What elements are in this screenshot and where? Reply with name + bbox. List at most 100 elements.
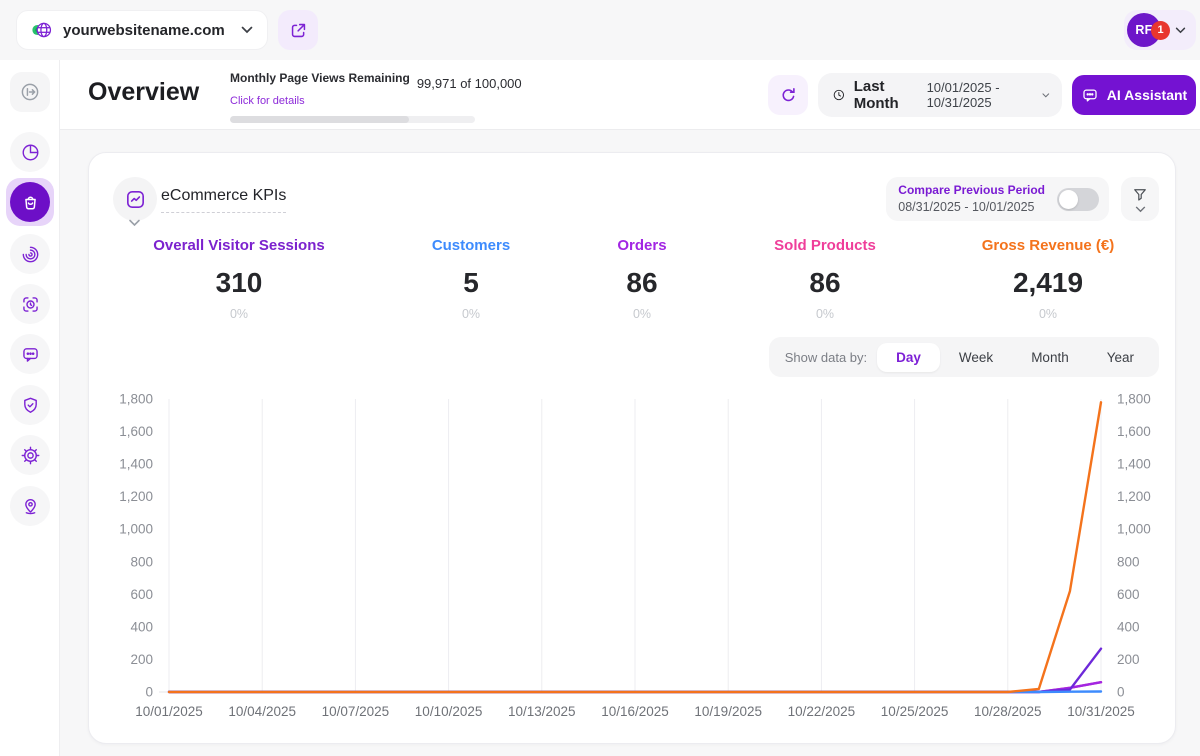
ecommerce-kpis-card: eCommerce KPIs Compare Previous Period 0… <box>88 152 1176 744</box>
svg-text:1,200: 1,200 <box>119 489 153 504</box>
main-content: eCommerce KPIs Compare Previous Period 0… <box>60 130 1200 756</box>
spiral-icon <box>20 244 41 265</box>
compare-previous-period: Compare Previous Period 08/31/2025 - 10/… <box>886 177 1109 221</box>
svg-text:10/01/2025: 10/01/2025 <box>135 704 203 719</box>
sidebar <box>0 60 60 756</box>
svg-text:10/16/2025: 10/16/2025 <box>601 704 669 719</box>
kpi-label[interactable]: Overall Visitor Sessions <box>89 237 389 254</box>
svg-text:10/19/2025: 10/19/2025 <box>694 704 762 719</box>
sidebar-item-conversion-funnel[interactable] <box>10 234 50 274</box>
sidebar-item-session-recording[interactable] <box>10 284 50 324</box>
compare-label: Compare Previous Period <box>898 182 1045 198</box>
segment-month[interactable]: Month <box>1012 343 1088 372</box>
chevron-down-icon <box>1042 92 1050 99</box>
svg-text:600: 600 <box>1117 587 1140 602</box>
pie-chart-icon <box>20 142 41 163</box>
segment-year[interactable]: Year <box>1088 343 1153 372</box>
svg-text:10/25/2025: 10/25/2025 <box>881 704 949 719</box>
segment-day[interactable]: Day <box>877 343 940 372</box>
clock-icon <box>832 86 846 104</box>
kpi-line-chart[interactable]: 10/01/202510/04/202510/07/202510/10/2025… <box>89 389 1177 725</box>
chevron-down-icon <box>1135 206 1146 213</box>
svg-text:400: 400 <box>130 619 153 634</box>
svg-text:1,000: 1,000 <box>1117 522 1151 537</box>
kpi-sold-products: Sold Products 86 0% <box>731 237 919 321</box>
sidebar-item-analytics-pie[interactable] <box>10 132 50 172</box>
globe-icon <box>31 19 53 41</box>
sidebar-item-local-seo[interactable] <box>10 486 50 526</box>
svg-text:400: 400 <box>1117 619 1140 634</box>
segment-week[interactable]: Week <box>940 343 1012 372</box>
kpi-row: Overall Visitor Sessions 310 0% Customer… <box>89 237 1177 321</box>
line-chart-icon <box>124 188 147 211</box>
compare-range: 08/31/2025 - 10/01/2025 <box>898 199 1045 216</box>
compare-toggle[interactable] <box>1057 188 1099 211</box>
kpi-label[interactable]: Gross Revenue (€) <box>919 237 1177 254</box>
sidebar-item-collapse-panel[interactable] <box>10 72 50 112</box>
sidebar-item-security-shield[interactable] <box>10 385 50 425</box>
svg-text:10/07/2025: 10/07/2025 <box>322 704 390 719</box>
shopping-bag-icon <box>20 192 41 213</box>
show-data-by-label: Show data by: <box>785 350 867 365</box>
svg-text:800: 800 <box>130 554 153 569</box>
chat-bubble-icon <box>20 344 41 365</box>
website-name: yourwebsitename.com <box>63 22 231 39</box>
svg-text:10/31/2025: 10/31/2025 <box>1067 704 1135 719</box>
svg-text:1,400: 1,400 <box>119 457 153 472</box>
kpi-gross-revenue: Gross Revenue (€) 2,419 0% <box>919 237 1177 321</box>
kpi-label[interactable]: Customers <box>389 237 553 254</box>
topbar: yourwebsitename.com RF 1 <box>0 0 1200 60</box>
ai-assistant-button[interactable]: AI Assistant <box>1072 75 1196 115</box>
toggle-knob <box>1059 190 1078 209</box>
quota-value: 99,971 of 100,000 <box>417 76 522 91</box>
svg-text:1,800: 1,800 <box>119 392 153 407</box>
account-menu[interactable]: RF 1 <box>1124 10 1196 50</box>
sidebar-item-feedback-chat[interactable] <box>10 334 50 374</box>
filter-button[interactable] <box>1121 177 1159 221</box>
ai-chat-icon <box>1081 86 1099 104</box>
svg-text:1,400: 1,400 <box>1117 457 1151 472</box>
notification-badge: 1 <box>1151 21 1170 40</box>
svg-text:600: 600 <box>130 587 153 602</box>
kpi-label[interactable]: Sold Products <box>731 237 919 254</box>
record-focus-icon <box>20 294 41 315</box>
svg-text:10/22/2025: 10/22/2025 <box>788 704 856 719</box>
quota-progress-bar <box>230 116 475 123</box>
svg-text:10/13/2025: 10/13/2025 <box>508 704 576 719</box>
date-preset-label: Last Month <box>854 78 915 112</box>
svg-text:1,800: 1,800 <box>1117 392 1151 407</box>
kpi-value: 86 <box>731 267 919 299</box>
kpi-delta: 0% <box>389 307 553 321</box>
page-header: Overview Monthly Page Views Remaining 99… <box>60 60 1200 130</box>
gear-icon <box>20 445 41 466</box>
kpi-orders: Orders 86 0% <box>553 237 731 321</box>
sidebar-item-settings[interactable] <box>10 435 50 475</box>
svg-text:800: 800 <box>1117 554 1140 569</box>
date-range-value: 10/01/2025 - 10/31/2025 <box>927 80 1035 110</box>
quota-details-link[interactable]: Click for details <box>230 95 305 107</box>
widget-icon-badge[interactable] <box>113 177 157 221</box>
chevron-down-icon <box>241 26 253 34</box>
quota-progress-fill <box>230 116 409 123</box>
svg-text:1,000: 1,000 <box>119 522 153 537</box>
card-title[interactable]: eCommerce KPIs <box>161 187 286 213</box>
website-selector[interactable]: yourwebsitename.com <box>16 10 268 50</box>
pageviews-quota: Monthly Page Views Remaining 99,971 of 1… <box>230 71 490 123</box>
kpi-delta: 0% <box>553 307 731 321</box>
filter-funnel-icon <box>1131 186 1149 204</box>
collapse-panel-icon <box>19 81 41 103</box>
refresh-button[interactable] <box>768 75 808 115</box>
shield-check-icon <box>20 395 41 416</box>
kpi-value: 310 <box>89 267 389 299</box>
quota-label: Monthly Page Views Remaining <box>230 71 410 85</box>
external-link-icon <box>289 21 308 40</box>
sidebar-item-ecommerce[interactable] <box>6 178 54 226</box>
kpi-label[interactable]: Orders <box>553 237 731 254</box>
date-range-picker[interactable]: Last Month 10/01/2025 - 10/31/2025 <box>818 73 1062 117</box>
widget-chevron-down-icon[interactable] <box>128 219 141 227</box>
kpi-delta: 0% <box>89 307 389 321</box>
refresh-icon <box>779 86 798 105</box>
kpi-value: 86 <box>553 267 731 299</box>
open-website-button[interactable] <box>278 10 318 50</box>
kpi-overall-visitor-sessions: Overall Visitor Sessions 310 0% <box>89 237 389 321</box>
